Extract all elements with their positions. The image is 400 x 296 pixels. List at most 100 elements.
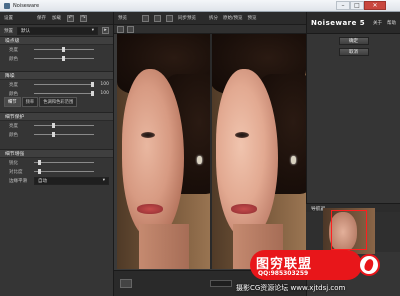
- split-option[interactable]: 拆分: [209, 15, 218, 21]
- help-links: 关于 帮助: [373, 20, 396, 26]
- preset-menu-icon[interactable]: ▸: [102, 27, 109, 34]
- maximize-button[interactable]: □: [350, 1, 364, 10]
- detail-protect-header[interactable]: 细节保护: [0, 112, 113, 121]
- slider-knob[interactable]: [52, 123, 55, 128]
- zoom-level-field[interactable]: [210, 280, 232, 287]
- undo-icon[interactable]: ↶: [67, 14, 74, 22]
- lips: [231, 204, 257, 214]
- edge-smoothing-label: 边缘平滑: [9, 178, 27, 184]
- tab-frequency[interactable]: 频率: [21, 97, 39, 107]
- settings-toolbar: 设置 保存 加载 ↶ ↷: [0, 12, 113, 25]
- sync-preview-option[interactable]: 同步预览: [178, 15, 196, 21]
- window-title: Noiseware: [13, 2, 40, 9]
- noise-reduction-header[interactable]: 降噪: [0, 71, 113, 80]
- product-logo: Noiseware 5: [311, 18, 366, 27]
- watermark-footer: 摄影CG资源论坛 www.xjtdsj.com: [236, 284, 346, 292]
- split-view-icon[interactable]: [154, 14, 161, 22]
- slider-value[interactable]: 100: [97, 82, 109, 87]
- slider-label: 亮度: [9, 47, 18, 53]
- slider-value[interactable]: 100: [97, 91, 109, 96]
- preset-row: 预置 默认 ▾ ▸: [0, 25, 113, 36]
- edge-smoothing-row: 边缘平滑 自动 ▾: [0, 176, 113, 185]
- flame-icon: [363, 257, 375, 273]
- noise-level-header[interactable]: 噪点级: [0, 36, 113, 45]
- tab-tone-color[interactable]: 色调和色彩范围: [39, 97, 78, 107]
- zoom-tool-icon[interactable]: [127, 25, 134, 33]
- split-divider[interactable]: [210, 34, 212, 269]
- slider-track[interactable]: [34, 160, 94, 165]
- slider-track[interactable]: [34, 169, 94, 174]
- slider-track[interactable]: [34, 91, 94, 96]
- slider-knob[interactable]: [37, 160, 41, 165]
- ok-button[interactable]: 确定: [338, 37, 369, 45]
- eye: [141, 132, 155, 138]
- lips: [137, 204, 163, 214]
- eye: [235, 132, 249, 138]
- chevron-down-icon: ▾: [91, 28, 94, 33]
- help-link[interactable]: 帮助: [387, 20, 396, 26]
- zoom-out-icon[interactable]: [120, 279, 132, 288]
- edge-smoothing-value: 自动: [38, 178, 47, 184]
- tab-detail[interactable]: 细节: [4, 97, 21, 107]
- flame-logo-icon: [358, 254, 380, 276]
- slider-label: 颜色: [9, 132, 18, 138]
- settings-title: 设置: [4, 16, 13, 21]
- preset-label: 预置: [4, 28, 13, 34]
- settings-panel: 设置 保存 加载 ↶ ↷ 预置 默认 ▾ ▸ 噪点级 亮度 颜色 降噪 亮度 1…: [0, 12, 114, 296]
- single-view-icon[interactable]: [142, 14, 149, 22]
- earring: [291, 156, 296, 164]
- slider-knob[interactable]: [91, 91, 94, 96]
- detail-tabs: 细节 频率 色调和色彩范围: [0, 97, 113, 107]
- slider-track[interactable]: [34, 132, 94, 137]
- slider-track[interactable]: [34, 123, 94, 128]
- neck: [139, 224, 189, 269]
- preview-option[interactable]: 预览: [248, 15, 257, 21]
- edge-smoothing-select[interactable]: 自动 ▾: [34, 176, 109, 185]
- noise-reduction-luminance[interactable]: 亮度 100: [0, 80, 113, 89]
- preview-processed-image[interactable]: [211, 34, 306, 269]
- detail-enhance-sharpen[interactable]: 锐化: [0, 158, 113, 167]
- slider-knob[interactable]: [37, 169, 41, 174]
- watermark-qq: QQ:985303259: [258, 270, 309, 277]
- noise-level-luminance[interactable]: 亮度: [0, 45, 113, 54]
- save-button[interactable]: 保存: [37, 15, 46, 21]
- preview-original-image[interactable]: [117, 34, 212, 269]
- load-button[interactable]: 加载: [52, 15, 61, 21]
- redo-icon[interactable]: ↷: [80, 14, 87, 22]
- detail-protect-luminance[interactable]: 亮度: [0, 121, 113, 130]
- chevron-down-icon: ▾: [102, 178, 105, 183]
- slider-label: 颜色: [9, 56, 18, 62]
- slider-label: 对比度: [9, 169, 23, 175]
- window-titlebar: Noiseware – □ ✕: [0, 0, 400, 12]
- window-controls: – □ ✕: [336, 1, 386, 10]
- slider-knob[interactable]: [61, 56, 65, 61]
- close-button[interactable]: ✕: [364, 1, 386, 10]
- preview-toolbar: 预览 同步预览 拆分 原始/预览 预览: [114, 12, 306, 25]
- preview-title: 预览: [118, 16, 127, 21]
- side-by-side-icon[interactable]: [166, 14, 173, 22]
- earring: [197, 156, 202, 164]
- detail-protect-color[interactable]: 颜色: [0, 130, 113, 139]
- slider-label: 锐化: [9, 160, 18, 166]
- slider-label: 颜色: [9, 91, 18, 97]
- detail-enhance-contrast[interactable]: 对比度: [0, 167, 113, 176]
- before-after-option[interactable]: 原始/预览: [223, 15, 243, 21]
- detail-enhance-header[interactable]: 细节增强: [0, 149, 113, 158]
- app-icon: [4, 2, 10, 9]
- about-link[interactable]: 关于: [373, 20, 382, 26]
- slider-track[interactable]: [34, 47, 94, 52]
- noise-level-color[interactable]: 颜色: [0, 54, 113, 63]
- slider-label: 亮度: [9, 123, 18, 129]
- slider-knob[interactable]: [61, 47, 65, 52]
- navigator-viewport-rect[interactable]: [331, 210, 367, 250]
- slider-track[interactable]: [34, 82, 94, 87]
- slider-knob[interactable]: [52, 132, 55, 137]
- brand-bar: Noiseware 5 关于 帮助: [307, 12, 400, 34]
- slider-track[interactable]: [34, 56, 94, 61]
- minimize-button[interactable]: –: [336, 1, 350, 10]
- cancel-button[interactable]: 取消: [338, 48, 369, 56]
- hand-tool-icon[interactable]: [117, 25, 124, 33]
- preset-select[interactable]: 默认 ▾: [17, 26, 98, 35]
- slider-knob[interactable]: [91, 82, 94, 87]
- preset-value: 默认: [21, 28, 30, 34]
